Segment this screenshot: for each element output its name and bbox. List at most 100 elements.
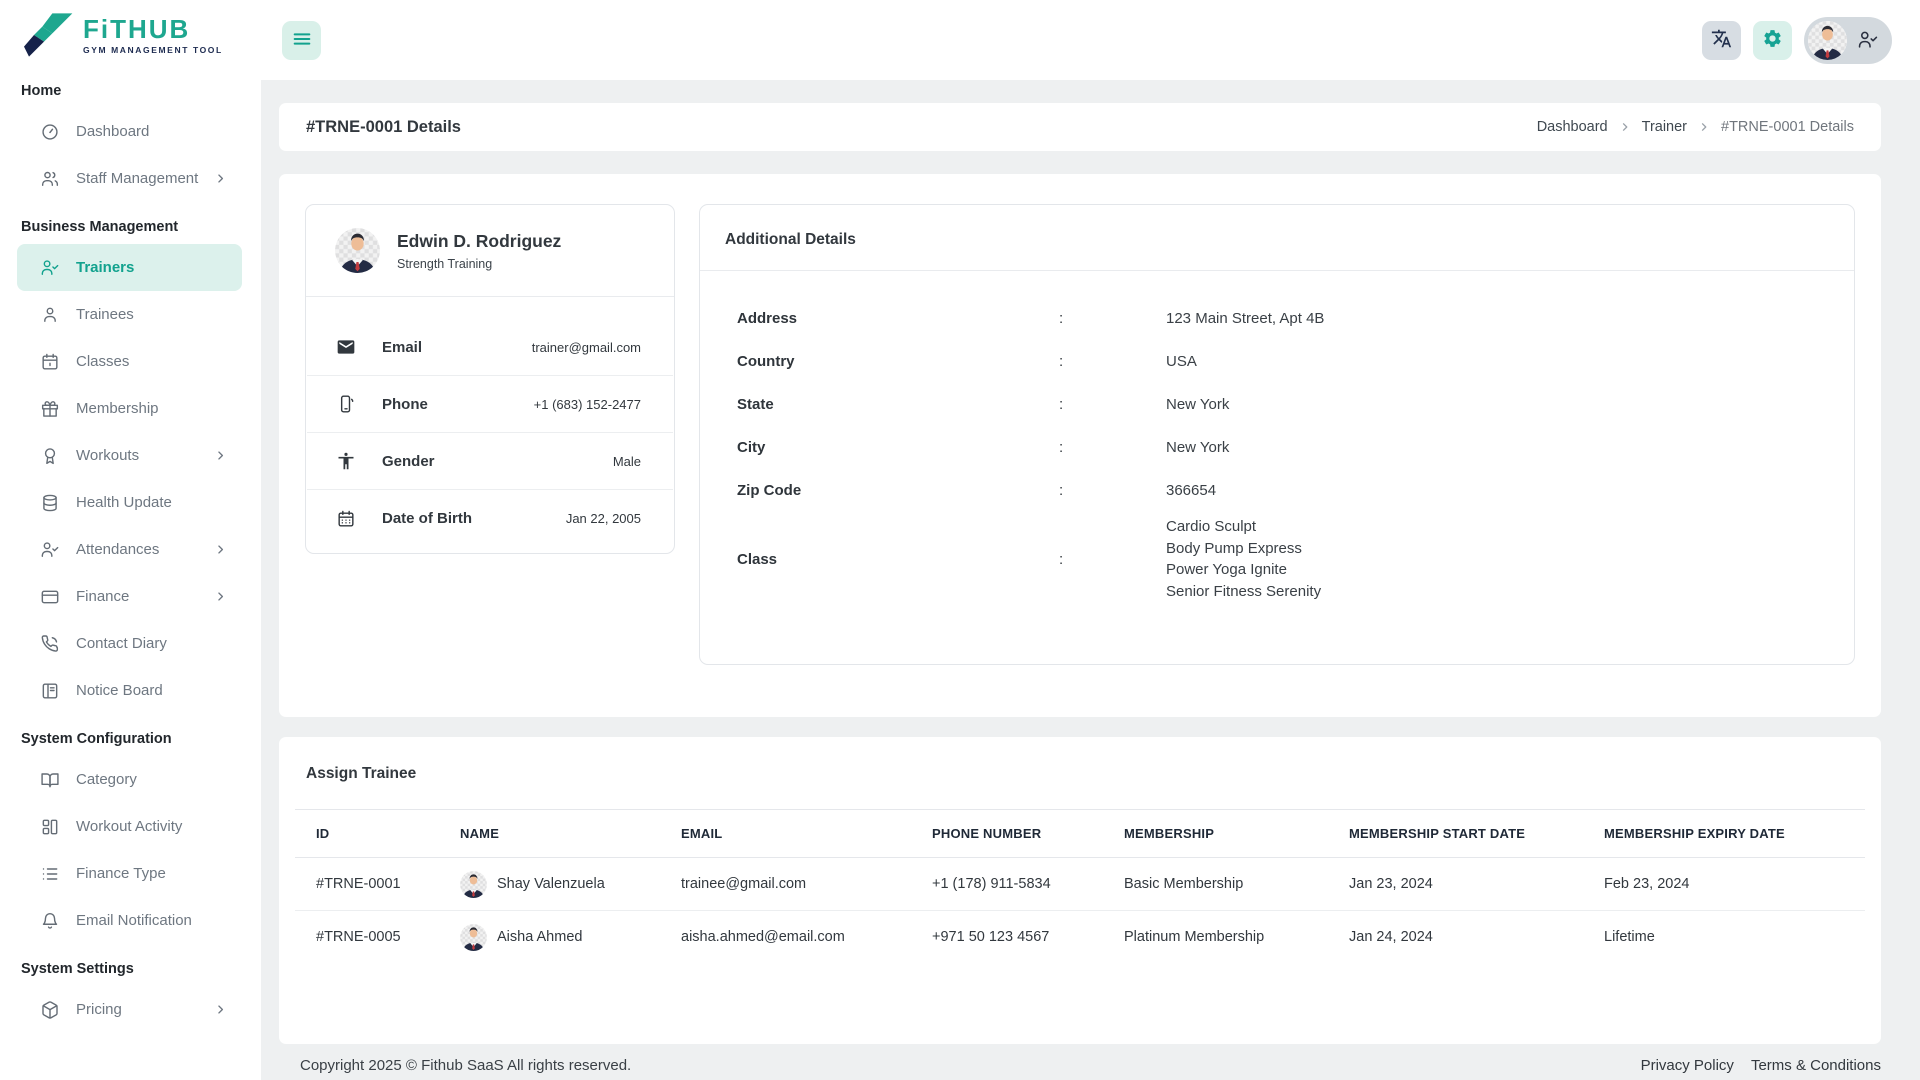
trainee-phone: +1 (178) 911-5834 [911, 857, 1103, 911]
detail-label: Class [737, 550, 778, 568]
sidebar-item-trainers[interactable]: Trainers [17, 244, 242, 291]
detail-separator: : [1059, 310, 1064, 327]
trainee-membership: Basic Membership [1103, 857, 1328, 911]
contact-row-date-of-birth: Date of Birth Jan 22, 2005 [307, 490, 673, 547]
detail-value: 366654 [1166, 481, 1217, 499]
footer-link-privacy-policy[interactable]: Privacy Policy [1641, 1057, 1734, 1074]
gift-icon [40, 399, 60, 419]
trainee-id: #TRNE-0005 [316, 929, 401, 946]
trainee-row[interactable]: #TRNE-0001 Shay Valenzuela trainee@gmail… [295, 857, 1865, 911]
contact-value: trainer@gmail.com [531, 339, 641, 355]
copyright-text: Copyright 2025 © Fithub SaaS All rights … [300, 1056, 632, 1074]
contact-label: Date of Birth [382, 510, 472, 527]
sidebar-item-email-notification[interactable]: Email Notification [17, 897, 242, 944]
breadcrumb-item-dashboard[interactable]: Dashboard [1537, 119, 1608, 135]
trainer-profile-section: Edwin D. Rodriguez Strength Training Ema… [279, 174, 1881, 717]
detail-row-class: Class : Cardio Sculpt Body Pump Express Po… [700, 512, 1854, 606]
contact-value: Male [612, 453, 641, 469]
sidebar-item-dashboard[interactable]: Dashboard [17, 108, 242, 155]
content: #TRNE-0001 Details Dashboard Trainer #TRNE… [261, 80, 1920, 1080]
users-icon [40, 169, 60, 189]
sidebar-item-category[interactable]: Category [17, 756, 242, 803]
contact-value: Jan 22, 2005 [565, 511, 641, 526]
user-check-icon [40, 540, 60, 560]
translate-button[interactable] [1702, 20, 1741, 60]
board-icon [40, 681, 60, 701]
sidebar-item-contact-diary[interactable]: Contact Diary [17, 620, 242, 667]
detail-label: Zip Code [737, 482, 802, 499]
detail-row-address: Address : 123 Main Street, Apt 4B [700, 297, 1854, 340]
sidebar-section-system-configuration: System Configuration [21, 731, 172, 747]
trainer-avatar [335, 228, 380, 273]
menu-icon [291, 28, 313, 53]
sidebar-item-membership[interactable]: Membership [17, 385, 242, 432]
sidebar-item-staff-management[interactable]: Staff Management [17, 155, 242, 202]
sidebar-item-finance-type[interactable]: Finance Type [17, 850, 242, 897]
user-check-icon [1857, 29, 1879, 51]
trainee-membership: Platinum Membership [1124, 929, 1265, 946]
detail-separator: : [1059, 439, 1064, 456]
trainee-row[interactable]: #TRNE-0005 Aisha Ahmed aisha.ahmed@email… [295, 911, 1865, 964]
sidebar-section-business-management: Business Management [21, 219, 179, 235]
sidebar-item-attendances[interactable]: Attendances [17, 526, 242, 573]
breadcrumb: Dashboard Trainer #TRNE-0001 Details [1537, 119, 1854, 135]
sidebar-item-trainees[interactable]: Trainees [17, 291, 242, 338]
detail-value: 123 Main Street, Apt 4B [1166, 309, 1325, 327]
sidebar-item-finance[interactable]: Finance [17, 573, 242, 620]
trainee-avatar [460, 923, 487, 951]
contact-row-email: Email trainer@gmail.com [307, 319, 673, 376]
breadcrumb-item-trainer[interactable]: Trainer [1642, 119, 1687, 135]
contact-row-gender: Gender Male [307, 433, 673, 490]
footer-link-terms-conditions[interactable]: Terms & Conditions [1751, 1057, 1881, 1074]
breadcrumb-chevron-icon [1618, 120, 1632, 134]
sidebar-item-health-update[interactable]: Health Update [17, 479, 242, 526]
detail-label: State [737, 396, 774, 413]
sidebar-item-notice-board[interactable]: Notice Board [17, 667, 242, 714]
footer: Copyright 2025 © Fithub SaaS All rights … [279, 1044, 1881, 1080]
assign-trainee-table: ID NAME EMAIL PHONE NUMBER MEMBERSHIP MEMBERS… [295, 809, 1865, 964]
sidebar-item-classes[interactable]: Classes [17, 338, 242, 385]
detail-value: USA [1166, 352, 1197, 370]
detail-separator: : [1059, 396, 1064, 413]
mail-icon [336, 337, 356, 357]
column-header-membership-expiry-date: MEMBERSHIP EXPIRY DATE [1583, 809, 1865, 858]
trainee-id: #TRNE-0001 [295, 857, 439, 911]
contact-label: Email [382, 338, 423, 356]
sidebar-item-workouts[interactable]: Workouts [17, 432, 242, 479]
assign-trainee-table-header-row: ID NAME EMAIL PHONE NUMBER MEMBERSHIP MEMBERS… [295, 809, 1865, 858]
contact-value: +1 (683) 152-2477 [533, 396, 641, 412]
phone-icon [40, 634, 60, 654]
chevron-right-icon [213, 171, 228, 186]
sidebar-section-home: Home [21, 83, 62, 99]
fithub-logo[interactable]: FiTHUB GYM MANAGEMENT TOOL [0, 0, 261, 66]
award-icon [40, 446, 60, 466]
column-header-name: NAME [439, 809, 660, 858]
database-icon [40, 493, 60, 513]
topbar-actions [1702, 16, 1892, 64]
menu-button[interactable] [282, 20, 321, 60]
trainee-membership-start: Jan 24, 2024 [1349, 929, 1433, 946]
trainer-name: Edwin D. Rodriguez [397, 230, 562, 251]
smartphone-icon [336, 394, 356, 414]
column-header-email: EMAIL [660, 809, 911, 858]
trainee-membership-expiry: Feb 23, 2024 [1583, 857, 1865, 911]
logo-text: FiTHUB [83, 13, 191, 44]
main-area: #TRNE-0001 Details Dashboard Trainer #TRNE… [261, 0, 1920, 1080]
additional-details-card: Additional Details Address : 123 Main St… [699, 204, 1855, 665]
sidebar-section-system-settings: System Settings [21, 961, 134, 977]
page-title: #TRNE-0001 Details [306, 117, 461, 136]
sidebar-nav: Home Dashboard Staff Management Business… [0, 66, 261, 1033]
sidebar-item-workout-activity[interactable]: Workout Activity [17, 803, 242, 850]
user-icon [40, 305, 60, 325]
gear-icon [1762, 28, 1783, 52]
fithub-logo-mark-icon [24, 13, 74, 57]
package-icon [40, 1000, 60, 1020]
detail-label: Country [737, 353, 795, 370]
sidebar-item-pricing[interactable]: Pricing [17, 986, 242, 1033]
detail-value: Cardio Sculpt Body Pump Express Power Yoga… [1166, 518, 1322, 600]
profile-menu[interactable] [1804, 16, 1892, 64]
detail-separator: : [1059, 482, 1064, 499]
male-icon [336, 451, 356, 471]
column-header-membership-start-date: MEMBERSHIP START DATE [1328, 809, 1583, 858]
settings-button[interactable] [1753, 20, 1792, 60]
